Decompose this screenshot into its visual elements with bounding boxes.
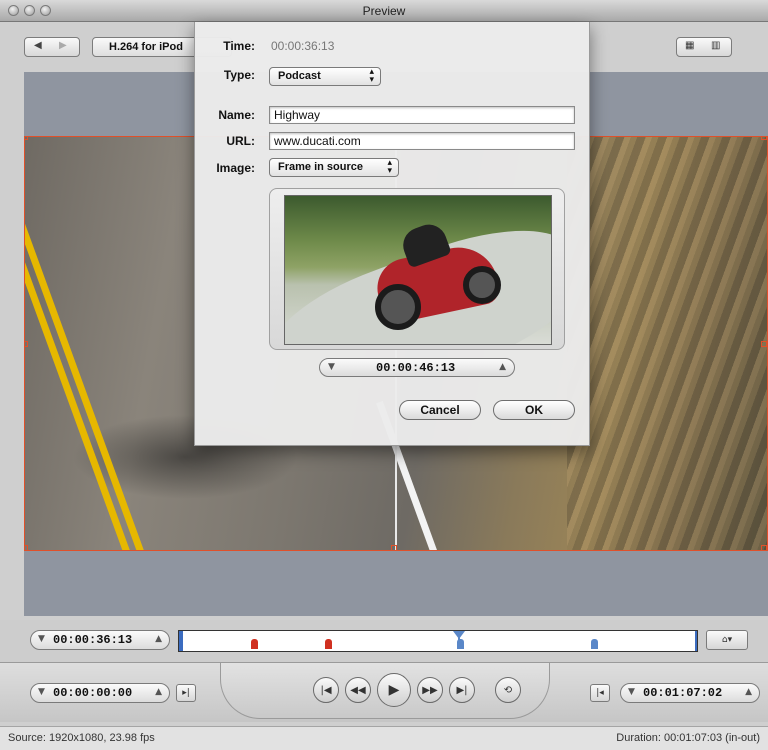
go-to-in-icon[interactable]: |◀ (313, 677, 339, 703)
next-marker-icon[interactable]: ▶▶ (417, 677, 443, 703)
chevron-down-icon[interactable]: ▼ (628, 687, 635, 697)
view-mode-control: ▦ ▥ (676, 37, 732, 57)
crop-handle[interactable] (761, 545, 767, 550)
chevron-down-icon[interactable]: ▼ (328, 362, 335, 372)
crop-handle[interactable] (25, 137, 28, 140)
split-view-icon[interactable]: ▦ (685, 40, 694, 51)
image-label: Image: (216, 161, 255, 175)
time-value: 00:00:36:13 (271, 39, 335, 53)
transport-bar: ▼ 00:00:00:00 ▲ ▸| |◀ ◀◀ ▶ ▶▶ ▶| ⟲ |◂ ▼ … (0, 662, 768, 722)
go-to-out-icon[interactable]: ▶| (449, 677, 475, 703)
road-line (25, 137, 148, 550)
set-out-point-button[interactable]: |◂ (590, 684, 610, 702)
source-info: Source: 1920x1080, 23.98 fps (8, 732, 155, 744)
timeline-track[interactable] (178, 630, 698, 652)
updown-arrows-icon: ▴ ▾ (387, 158, 392, 176)
window-title: Preview (362, 4, 406, 18)
type-popup[interactable]: Podcast ▴ ▾ (269, 67, 381, 86)
thumbnail-well (269, 188, 565, 350)
in-point-marker[interactable] (179, 631, 187, 651)
chevron-down-icon[interactable]: ▼ (38, 634, 45, 644)
loop-icon[interactable]: ⟲ (495, 677, 521, 703)
forward-arrow-icon[interactable]: ▶ (59, 40, 67, 51)
crop-handle[interactable] (761, 341, 767, 347)
back-forward-control: ◀ ▶ (24, 37, 80, 57)
cancel-button[interactable]: Cancel (399, 400, 481, 420)
ok-button[interactable]: OK (493, 400, 575, 420)
name-field[interactable]: Highway (269, 106, 575, 124)
url-label: URL: (226, 134, 255, 148)
motorcycle-wheel (463, 266, 501, 304)
crop-handle[interactable] (25, 545, 28, 550)
chevron-up-icon[interactable]: ▲ (499, 362, 506, 372)
in-timecode-field[interactable]: ▼ 00:00:00:00 ▲ (30, 683, 170, 703)
motorcycle-wheel (375, 284, 421, 330)
current-timecode-field[interactable]: ▼ 00:00:36:13 ▲ (30, 630, 170, 650)
image-popup[interactable]: Frame in source ▴ ▾ (269, 158, 399, 177)
crop-handle[interactable] (761, 137, 767, 140)
frame-timecode-field[interactable]: ▼ 00:00:46:13 ▲ (319, 358, 515, 377)
url-field[interactable]: www.ducati.com (269, 132, 575, 150)
transport-controls: |◀ ◀◀ ▶ ▶▶ ▶| ⟲ (220, 663, 550, 719)
chapter-marker[interactable] (325, 639, 332, 649)
frame-thumbnail (284, 195, 552, 345)
back-arrow-icon[interactable]: ◀ (34, 40, 42, 51)
out-timecode-field[interactable]: ▼ 00:01:07:02 ▲ (620, 683, 760, 703)
marker-dialog: Time: 00:00:36:13 Type: Podcast ▴ ▾ Name:… (194, 22, 590, 446)
name-label: Name: (218, 108, 255, 122)
chevron-up-icon[interactable]: ▲ (155, 634, 162, 644)
time-label: Time: (223, 39, 255, 53)
title-bar: Preview (0, 0, 768, 22)
chevron-down-icon[interactable]: ▼ (38, 687, 45, 697)
podcast-marker[interactable] (591, 639, 598, 649)
play-icon[interactable]: ▶ (377, 673, 411, 707)
out-point-marker[interactable] (689, 631, 697, 651)
motion-blur-area (567, 137, 767, 550)
chevron-up-icon[interactable]: ▲ (745, 687, 752, 697)
crop-handle[interactable] (391, 545, 397, 550)
chapter-marker[interactable] (251, 639, 258, 649)
podcast-marker[interactable] (457, 639, 464, 649)
type-label: Type: (223, 68, 255, 82)
status-bar: Source: 1920x1080, 23.98 fps Duration: 0… (0, 726, 768, 750)
set-in-point-button[interactable]: ▸| (176, 684, 196, 702)
updown-arrows-icon: ▴ ▾ (369, 67, 374, 85)
crop-handle[interactable] (25, 341, 28, 347)
side-by-side-view-icon[interactable]: ▥ (711, 40, 720, 51)
duration-info: Duration: 00:01:07:03 (in-out) (616, 732, 760, 744)
chevron-up-icon[interactable]: ▲ (155, 687, 162, 697)
add-marker-button[interactable]: ⌂▾ (706, 630, 748, 650)
previous-marker-icon[interactable]: ◀◀ (345, 677, 371, 703)
